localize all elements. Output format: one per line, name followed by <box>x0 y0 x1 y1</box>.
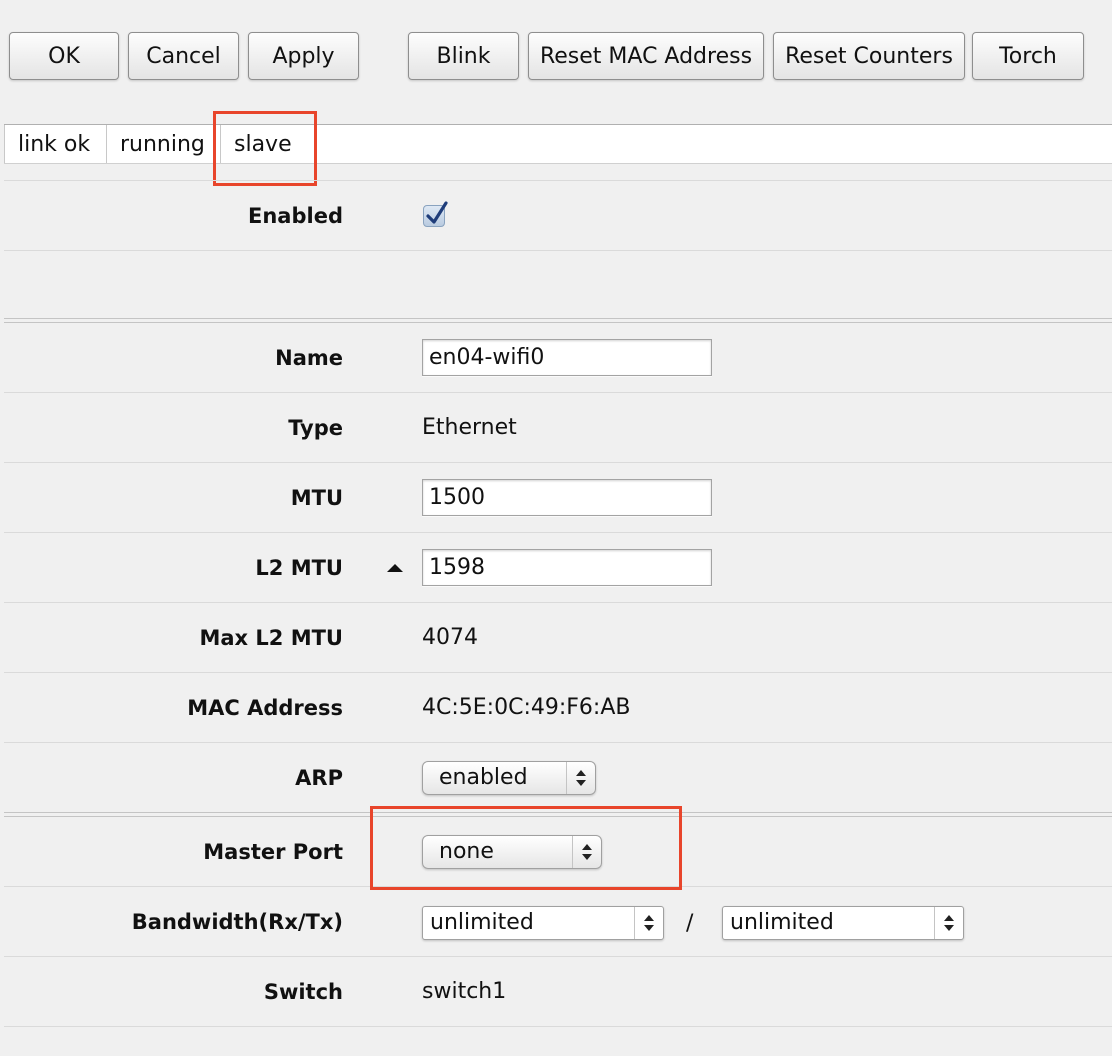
divider <box>4 672 1112 673</box>
switch-label: Switch <box>263 980 343 1004</box>
divider <box>4 1026 1112 1027</box>
type-value: Ethernet <box>422 415 517 440</box>
arp-select-value: enabled <box>439 765 528 790</box>
divider <box>4 886 1112 887</box>
master-port-select[interactable]: none <box>422 835 602 869</box>
type-label: Type <box>288 416 343 440</box>
ok-button[interactable]: OK <box>9 32 119 80</box>
bandwidth-separator: / <box>686 911 694 936</box>
mtu-field[interactable]: 1500 <box>422 479 712 516</box>
l2-mtu-label: L2 MTU <box>255 556 343 580</box>
max-l2-mtu-value: 4074 <box>422 625 478 650</box>
reset-mac-address-button[interactable]: Reset MAC Address <box>528 32 764 80</box>
name-label: Name <box>275 346 343 370</box>
divider <box>4 812 1112 813</box>
mtu-label: MTU <box>290 486 343 510</box>
updown-arrows-icon <box>572 836 601 868</box>
divider <box>4 462 1112 463</box>
updown-arrows-icon <box>934 907 963 939</box>
max-l2-mtu-label: Max L2 MTU <box>199 626 343 650</box>
divider <box>4 602 1112 603</box>
arp-select[interactable]: enabled <box>422 761 596 795</box>
updown-arrows-icon <box>634 907 663 939</box>
divider <box>4 392 1112 393</box>
enabled-label: Enabled <box>248 204 343 228</box>
mac-address-label: MAC Address <box>187 696 343 720</box>
status-running: running <box>107 125 221 163</box>
bandwidth-rx-select[interactable]: unlimited <box>422 906 664 940</box>
bandwidth-tx-select[interactable]: unlimited <box>722 906 964 940</box>
switch-value: switch1 <box>422 979 507 1004</box>
cancel-button[interactable]: Cancel <box>128 32 239 80</box>
updown-arrows-icon <box>566 762 595 794</box>
divider <box>4 318 1112 319</box>
bandwidth-tx-value: unlimited <box>730 910 834 935</box>
master-port-select-value: none <box>439 839 494 864</box>
divider <box>4 816 1112 817</box>
triangle-up-icon[interactable] <box>385 562 405 574</box>
enabled-checkbox[interactable] <box>423 201 448 227</box>
name-field[interactable]: en04-wifi0 <box>422 339 712 376</box>
bandwidth-rx-value: unlimited <box>430 910 534 935</box>
mac-address-value: 4C:5E:0C:49:F6:AB <box>422 695 631 720</box>
master-port-label: Master Port <box>203 840 343 864</box>
bandwidth-label: Bandwidth(Rx/Tx) <box>131 910 343 934</box>
status-bar: link ok running slave <box>4 124 1112 164</box>
l2-mtu-field[interactable]: 1598 <box>422 549 712 586</box>
reset-counters-button[interactable]: Reset Counters <box>773 32 965 80</box>
divider <box>4 742 1112 743</box>
arp-label: ARP <box>295 766 343 790</box>
status-slave: slave <box>234 131 292 157</box>
apply-button[interactable]: Apply <box>248 32 359 80</box>
divider <box>4 322 1112 323</box>
divider <box>4 532 1112 533</box>
divider <box>4 956 1112 957</box>
status-link-ok: link ok <box>4 125 107 163</box>
checkmark-icon <box>426 201 448 224</box>
blink-button[interactable]: Blink <box>408 32 519 80</box>
divider <box>4 250 1112 251</box>
torch-button[interactable]: Torch <box>972 32 1084 80</box>
divider <box>4 180 1112 181</box>
